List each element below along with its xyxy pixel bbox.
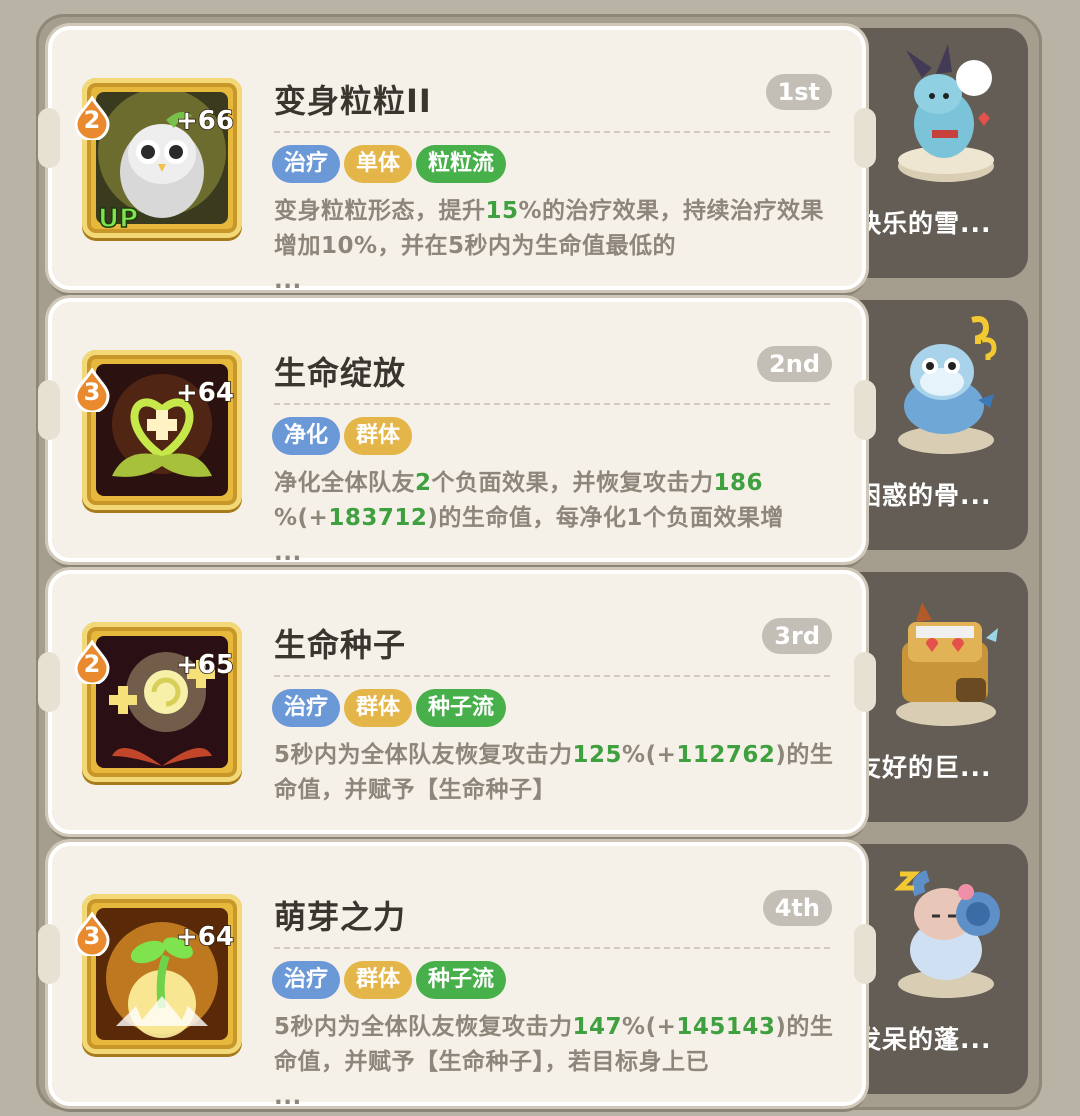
skill-description: 5秒内为全体队友恢复攻击力147%(+145143)的生命值，并赋予【生命种子】…: [274, 1014, 834, 1110]
tag: 净化: [272, 417, 341, 455]
divider: [274, 675, 830, 677]
tag: 种子流: [416, 689, 507, 727]
friendly-golem-icon: [886, 582, 1006, 732]
level-badge: 3: [74, 368, 110, 412]
tag: 群体: [344, 689, 413, 727]
rank-badge: 3rd: [762, 618, 832, 654]
skill-row[interactable]: 友好的巨... 2 +65 生命种子 3rd 治疗群体种子流 5秒内为全体队: [0, 558, 1080, 834]
rank-badge: 1st: [765, 74, 832, 110]
tag: 治疗: [272, 145, 341, 183]
divider: [274, 403, 830, 405]
skill-title: 萌芽之力: [274, 898, 407, 936]
sleepy-ram-icon: [886, 854, 1006, 1004]
tag-list: 治疗 群体 种子流: [272, 689, 510, 729]
skill-description: 变身粒粒形态，提升15%的治疗效果，持续治疗效果增加10%，并在5秒内为生命值最…: [274, 198, 825, 294]
bonus-value: +65: [175, 649, 234, 681]
tag: 群体: [344, 961, 413, 999]
tag: 群体: [344, 417, 413, 455]
snowball-creature-icon: [886, 38, 1006, 188]
pet-name: 快乐的雪...: [856, 209, 992, 238]
bonus-value: +64: [175, 377, 234, 409]
skill-title: 生命绽放: [274, 354, 407, 392]
level-badge: 2: [74, 96, 110, 140]
confused-dragon-icon: [886, 310, 1006, 460]
skill-title: 生命种子: [274, 626, 407, 664]
skill-description: 净化全体队友2个负面效果，并恢复攻击力186 %(+183712)的生命值，每净化…: [274, 470, 784, 566]
tag-list: 治疗 群体 种子流: [272, 961, 510, 1001]
level-badge: 2: [74, 640, 110, 684]
pet-name: 困惑的骨...: [856, 481, 992, 510]
skill-title: 变身粒粒II: [274, 82, 432, 120]
skill-row[interactable]: 发呆的蓬... 3 +64 萌芽之力 4th 治疗 群体 种子流 5秒内为全体队友恢…: [0, 830, 1080, 1110]
divider: [274, 947, 830, 949]
divider: [274, 131, 830, 133]
up-badge: UP: [97, 203, 139, 235]
tag: 单体: [344, 145, 413, 183]
tag-list: 净化 群体: [272, 417, 416, 457]
skill-row[interactable]: 困惑的骨... 3 +64 生命绽放 2nd 净化 群体 净化全体队友2个负面效果…: [0, 286, 1080, 566]
tag: 治疗: [272, 961, 341, 999]
rank-badge: 4th: [762, 890, 832, 926]
skill-description: 5秒内为全体队友恢复攻击力125%(+112762)的生命值，并赋予【生命种子】: [274, 742, 834, 803]
tag: 种子流: [416, 961, 507, 999]
tag: 治疗: [272, 689, 341, 727]
skill-row[interactable]: 快乐的雪... 2 +66 UP 变身粒粒II 1st 治疗 单体 粒粒流 变身粒粒…: [0, 14, 1080, 294]
level-badge: 3: [74, 912, 110, 956]
pet-name: 发呆的蓬...: [856, 1025, 992, 1054]
bonus-value: +64: [175, 921, 234, 953]
pet-name: 友好的巨...: [856, 753, 992, 782]
bonus-value: +66: [175, 105, 234, 137]
tag: 粒粒流: [416, 145, 507, 183]
rank-badge: 2nd: [757, 346, 832, 382]
tag-list: 治疗 单体 粒粒流: [272, 145, 510, 185]
